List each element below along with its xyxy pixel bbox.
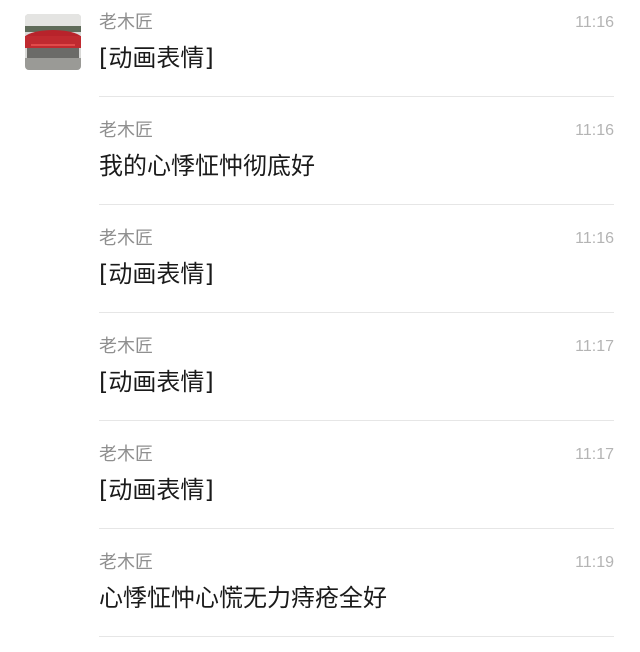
divider (99, 312, 614, 313)
message-text[interactable]: [动画表情] (99, 42, 214, 74)
sender-name: 老木匠 (99, 336, 153, 357)
chat-message[interactable]: 老木匠 11:16 [动画表情] (0, 216, 640, 324)
message-text[interactable]: [动画表情] (99, 258, 214, 290)
chat-message[interactable]: 老木匠 11:16 [动画表情] (0, 0, 640, 108)
chat-message[interactable]: 老木匠 11:19 心悸怔忡心慌无力痔疮全好 (0, 540, 640, 648)
message-text[interactable]: 我的心悸怔忡彻底好 (99, 150, 315, 182)
message-time: 11:17 (575, 446, 614, 463)
sender-name: 老木匠 (99, 228, 153, 249)
message-text[interactable]: [动画表情] (99, 366, 214, 398)
sender-name: 老木匠 (99, 444, 153, 465)
message-text[interactable]: [动画表情] (99, 474, 214, 506)
chat-message-list: 老木匠 11:16 [动画表情] 老木匠 11:16 我的心悸怔忡彻底好 老木匠… (0, 0, 640, 652)
message-time: 11:16 (575, 230, 614, 247)
sender-name: 老木匠 (99, 552, 153, 573)
message-time: 11:16 (575, 14, 614, 31)
sender-name: 老木匠 (99, 12, 153, 33)
divider (99, 204, 614, 205)
avatar[interactable] (25, 14, 81, 70)
divider (99, 528, 614, 529)
divider (99, 420, 614, 421)
message-time: 11:17 (575, 338, 614, 355)
message-time: 11:19 (575, 554, 614, 571)
message-time: 11:16 (575, 122, 614, 139)
chat-message[interactable]: 老木匠 11:17 [动画表情] (0, 324, 640, 432)
chat-message[interactable]: 老木匠 11:16 我的心悸怔忡彻底好 (0, 108, 640, 216)
sender-name: 老木匠 (99, 120, 153, 141)
chat-message[interactable]: 老木匠 11:17 [动画表情] (0, 432, 640, 540)
divider (99, 96, 614, 97)
divider (99, 636, 614, 637)
message-text[interactable]: 心悸怔忡心慌无力痔疮全好 (99, 582, 387, 614)
